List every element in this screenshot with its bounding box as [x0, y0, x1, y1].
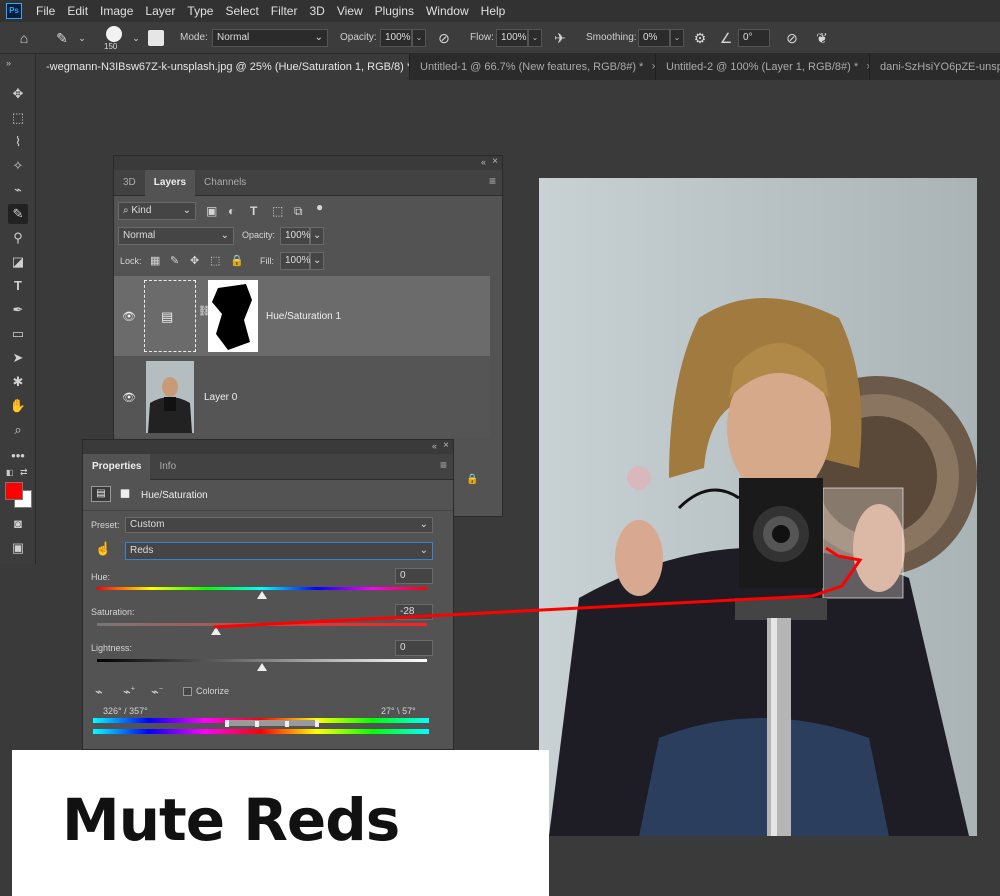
- caption-box: Mute Reds: [12, 750, 549, 896]
- caption-text: Mute Reds: [62, 786, 400, 854]
- annotation-arrow-path: [213, 546, 863, 629]
